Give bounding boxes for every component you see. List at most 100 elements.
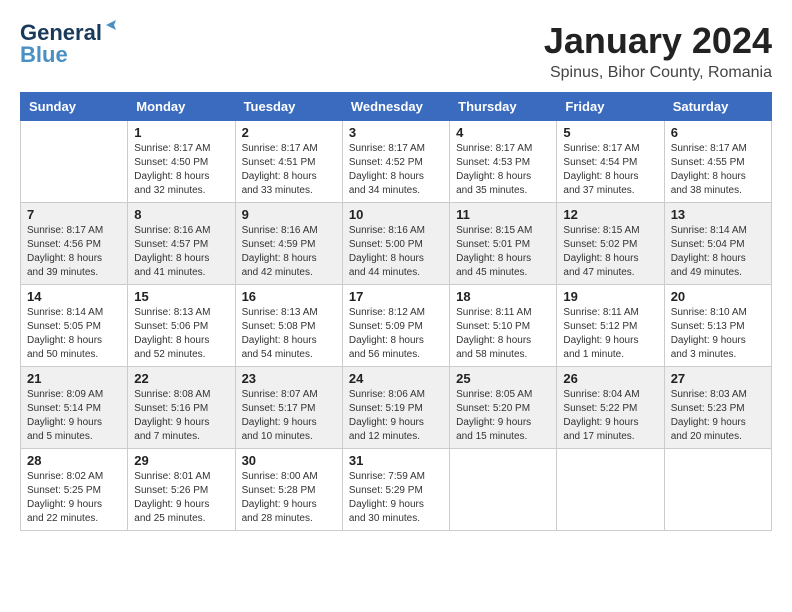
table-row: 22 Sunrise: 8:08 AMSunset: 5:16 PMDayligh… xyxy=(128,367,235,449)
table-row: 16 Sunrise: 8:13 AMSunset: 5:08 PMDayligh… xyxy=(235,285,342,367)
table-row: 9Sunrise: 8:16 AMSunset: 4:59 PMDaylight… xyxy=(235,203,342,285)
day-info: Sunrise: 8:11 AMSunset: 5:10 PMDaylight:… xyxy=(456,306,550,362)
day-number: 16 xyxy=(242,289,336,304)
day-info: Sunrise: 8:15 AMSunset: 5:02 PMDaylight:… xyxy=(563,224,657,280)
calendar-table: Sunday Monday Tuesday Wednesday Thursday… xyxy=(20,92,772,531)
day-info: Sunrise: 8:16 AMSunset: 4:57 PMDaylight:… xyxy=(134,224,228,280)
table-row: 6Sunrise: 8:17 AMSunset: 4:55 PMDaylight… xyxy=(664,121,771,203)
day-info: Sunrise: 8:16 AMSunset: 4:59 PMDaylight:… xyxy=(242,224,336,280)
table-row: 5Sunrise: 8:17 AMSunset: 4:54 PMDaylight… xyxy=(557,121,664,203)
header-wednesday: Wednesday xyxy=(342,93,449,121)
table-row: 18Sunrise: 8:11 AMSunset: 5:10 PMDayligh… xyxy=(450,285,557,367)
day-info: Sunrise: 8:14 AMSunset: 5:05 PMDaylight:… xyxy=(27,306,121,362)
table-row: 11 Sunrise: 8:15 AMSunset: 5:01 PMDayligh… xyxy=(450,203,557,285)
day-number: 6 xyxy=(671,125,765,140)
day-number: 11 xyxy=(456,207,550,222)
logo-bird-icon xyxy=(102,16,120,34)
table-row xyxy=(664,449,771,531)
day-number: 28 xyxy=(27,453,121,468)
logo-general: General xyxy=(20,20,102,45)
table-row: 10Sunrise: 8:16 AMSunset: 5:00 PMDayligh… xyxy=(342,203,449,285)
day-info: Sunrise: 8:04 AMSunset: 5:22 PMDaylight:… xyxy=(563,388,657,444)
calendar-week-row: 21 Sunrise: 8:09 AMSunset: 5:14 PMDayligh… xyxy=(21,367,772,449)
day-number: 25 xyxy=(456,371,550,386)
header-saturday: Saturday xyxy=(664,93,771,121)
day-info: Sunrise: 8:08 AMSunset: 5:16 PMDaylight:… xyxy=(134,388,228,444)
day-info: Sunrise: 8:14 AMSunset: 5:04 PMDaylight:… xyxy=(671,224,765,280)
table-row xyxy=(450,449,557,531)
day-info: Sunrise: 8:10 AMSunset: 5:13 PMDaylight:… xyxy=(671,306,765,362)
day-number: 13 xyxy=(671,207,765,222)
day-info: Sunrise: 8:17 AMSunset: 4:53 PMDaylight:… xyxy=(456,142,550,198)
day-number: 2 xyxy=(242,125,336,140)
header-thursday: Thursday xyxy=(450,93,557,121)
day-number: 1 xyxy=(134,125,228,140)
day-number: 19 xyxy=(563,289,657,304)
day-info: Sunrise: 8:11 AMSunset: 5:12 PMDaylight:… xyxy=(563,306,657,362)
day-info: Sunrise: 8:12 AMSunset: 5:09 PMDaylight:… xyxy=(349,306,443,362)
day-info: Sunrise: 8:01 AMSunset: 5:26 PMDaylight:… xyxy=(134,470,228,526)
calendar-week-row: 28 Sunrise: 8:02 AMSunset: 5:25 PMDayligh… xyxy=(21,449,772,531)
title-area: January 2024 Spinus, Bihor County, Roman… xyxy=(544,20,772,82)
day-number: 26 xyxy=(563,371,657,386)
table-row: 4 Sunrise: 8:17 AMSunset: 4:53 PMDaylight… xyxy=(450,121,557,203)
day-info: Sunrise: 8:02 AMSunset: 5:25 PMDaylight:… xyxy=(27,470,121,526)
day-number: 12 xyxy=(563,207,657,222)
table-row: 20Sunrise: 8:10 AMSunset: 5:13 PMDayligh… xyxy=(664,285,771,367)
day-info: Sunrise: 8:13 AMSunset: 5:08 PMDaylight:… xyxy=(242,306,336,362)
day-number: 27 xyxy=(671,371,765,386)
calendar-week-row: 14 Sunrise: 8:14 AMSunset: 5:05 PMDayligh… xyxy=(21,285,772,367)
day-info: Sunrise: 8:03 AMSunset: 5:23 PMDaylight:… xyxy=(671,388,765,444)
table-row: 23Sunrise: 8:07 AMSunset: 5:17 PMDayligh… xyxy=(235,367,342,449)
day-info: Sunrise: 8:17 AMSunset: 4:50 PMDaylight:… xyxy=(134,142,228,198)
table-row xyxy=(21,121,128,203)
table-row: 31 Sunrise: 7:59 AMSunset: 5:29 PMDayligh… xyxy=(342,449,449,531)
day-number: 8 xyxy=(134,207,228,222)
header-sunday: Sunday xyxy=(21,93,128,121)
day-number: 31 xyxy=(349,453,443,468)
day-info: Sunrise: 8:17 AMSunset: 4:51 PMDaylight:… xyxy=(242,142,336,198)
calendar-header-row: Sunday Monday Tuesday Wednesday Thursday… xyxy=(21,93,772,121)
header-tuesday: Tuesday xyxy=(235,93,342,121)
day-info: Sunrise: 8:00 AMSunset: 5:28 PMDaylight:… xyxy=(242,470,336,526)
table-row: 28 Sunrise: 8:02 AMSunset: 5:25 PMDayligh… xyxy=(21,449,128,531)
day-number: 7 xyxy=(27,207,121,222)
day-info: Sunrise: 8:07 AMSunset: 5:17 PMDaylight:… xyxy=(242,388,336,444)
table-row: 25 Sunrise: 8:05 AMSunset: 5:20 PMDayligh… xyxy=(450,367,557,449)
logo: General Blue xyxy=(20,20,102,68)
table-row: 3Sunrise: 8:17 AMSunset: 4:52 PMDaylight… xyxy=(342,121,449,203)
location-title: Spinus, Bihor County, Romania xyxy=(544,64,772,82)
day-number: 14 xyxy=(27,289,121,304)
day-number: 21 xyxy=(27,371,121,386)
day-info: Sunrise: 8:09 AMSunset: 5:14 PMDaylight:… xyxy=(27,388,121,444)
table-row: 17 Sunrise: 8:12 AMSunset: 5:09 PMDayligh… xyxy=(342,285,449,367)
table-row: 29 Sunrise: 8:01 AMSunset: 5:26 PMDayligh… xyxy=(128,449,235,531)
header-friday: Friday xyxy=(557,93,664,121)
header-monday: Monday xyxy=(128,93,235,121)
table-row: 21 Sunrise: 8:09 AMSunset: 5:14 PMDayligh… xyxy=(21,367,128,449)
day-number: 10 xyxy=(349,207,443,222)
day-info: Sunrise: 8:15 AMSunset: 5:01 PMDaylight:… xyxy=(456,224,550,280)
day-number: 22 xyxy=(134,371,228,386)
table-row: 1 Sunrise: 8:17 AMSunset: 4:50 PMDaylight… xyxy=(128,121,235,203)
day-info: Sunrise: 7:59 AMSunset: 5:29 PMDaylight:… xyxy=(349,470,443,526)
page-header: General Blue January 2024 Spinus, Bihor … xyxy=(20,20,772,82)
calendar-week-row: 1 Sunrise: 8:17 AMSunset: 4:50 PMDaylight… xyxy=(21,121,772,203)
day-info: Sunrise: 8:17 AMSunset: 4:52 PMDaylight:… xyxy=(349,142,443,198)
table-row: 26 Sunrise: 8:04 AMSunset: 5:22 PMDayligh… xyxy=(557,367,664,449)
day-info: Sunrise: 8:17 AMSunset: 4:56 PMDaylight:… xyxy=(27,224,121,280)
day-info: Sunrise: 8:05 AMSunset: 5:20 PMDaylight:… xyxy=(456,388,550,444)
table-row: 13 Sunrise: 8:14 AMSunset: 5:04 PMDayligh… xyxy=(664,203,771,285)
table-row: 15Sunrise: 8:13 AMSunset: 5:06 PMDayligh… xyxy=(128,285,235,367)
day-info: Sunrise: 8:17 AMSunset: 4:54 PMDaylight:… xyxy=(563,142,657,198)
day-number: 4 xyxy=(456,125,550,140)
table-row xyxy=(557,449,664,531)
table-row: 14 Sunrise: 8:14 AMSunset: 5:05 PMDayligh… xyxy=(21,285,128,367)
day-number: 17 xyxy=(349,289,443,304)
table-row: 12 Sunrise: 8:15 AMSunset: 5:02 PMDayligh… xyxy=(557,203,664,285)
day-number: 29 xyxy=(134,453,228,468)
day-number: 24 xyxy=(349,371,443,386)
table-row: 19 Sunrise: 8:11 AMSunset: 5:12 PMDayligh… xyxy=(557,285,664,367)
day-number: 30 xyxy=(242,453,336,468)
table-row: 27 Sunrise: 8:03 AMSunset: 5:23 PMDayligh… xyxy=(664,367,771,449)
